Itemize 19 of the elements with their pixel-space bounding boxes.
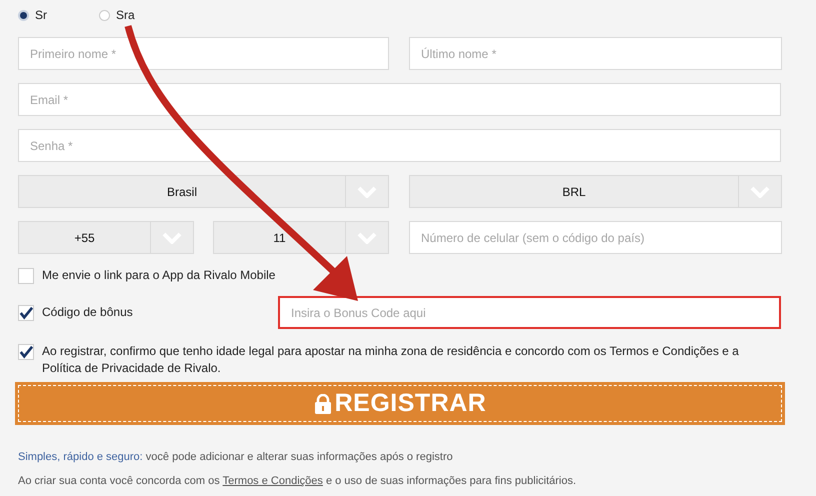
dropdown[interactable]: Brasil (18, 175, 389, 208)
dropdown[interactable]: BRL (409, 175, 782, 208)
dropdown[interactable]: +55 (18, 221, 194, 254)
dropdown[interactable]: 11 (213, 221, 389, 254)
input-field[interactable]: Insira o Bonus Code aqui (278, 296, 781, 329)
checkbox[interactable] (18, 304, 34, 320)
radio-label: Sra (116, 8, 135, 22)
radio-button[interactable] (18, 10, 29, 20)
info-text: Ao criar sua conta você concorda com os Termos e Condições e o uso de suas informações para fins publicitários. (18, 474, 578, 489)
radio-label: Sr (35, 8, 47, 22)
info-text: Simples, rápido e seguro: você pode adicionar e alterar suas informações após o registro (18, 450, 454, 465)
link[interactable]: Simples, rápido e seguro: (18, 451, 143, 463)
lock-icon (314, 394, 332, 414)
link[interactable]: Termos e Condições (222, 475, 323, 487)
radio-button[interactable] (99, 10, 110, 20)
checkbox-label: Ao registrar, confirmo que tenho idade legal para apostar na minha zona de residência e concordo com os Termos e Condições e a Política de Privacidade de Rivalo. (42, 343, 740, 377)
checkbox-label: Me envie o link para o App da Rivalo Mobile (42, 267, 276, 284)
checkbox-label: Código de bônus (42, 304, 133, 321)
checkbox[interactable] (18, 344, 34, 360)
